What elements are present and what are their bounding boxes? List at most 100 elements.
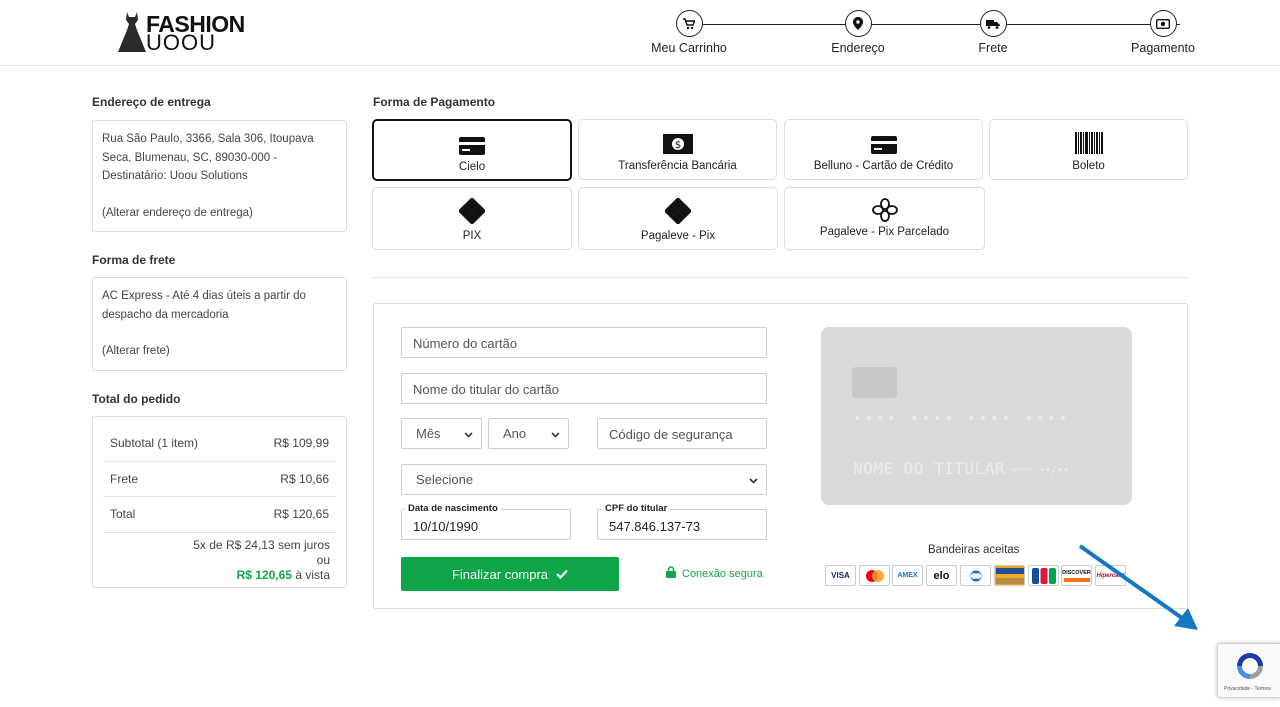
logo-text-uoou: UOOU — [146, 30, 216, 55]
card-number-input[interactable]: Número do cartão — [401, 327, 767, 358]
chevron-down-icon — [551, 426, 560, 441]
location-pin-icon — [844, 10, 872, 37]
shipping-line: AC Express - Até 4 dias úteis a partir d… — [102, 290, 306, 302]
shipping-title: Forma de frete — [92, 253, 176, 267]
change-shipping-link[interactable]: (Alterar frete) — [102, 342, 337, 361]
shipping-box: AC Express - Até 4 dias úteis a partir d… — [92, 277, 347, 371]
row-value: R$ 120,65 — [273, 507, 329, 521]
finalize-label: Finalizar compra — [451, 566, 549, 582]
year-select[interactable]: Ano — [488, 418, 569, 449]
mastercard-logo — [859, 565, 890, 586]
banknote-icon: $ — [579, 130, 776, 154]
address-box: Rua São Paulo, 3366, Sala 306, Itoupava … — [92, 120, 347, 232]
step-address[interactable]: Endereço — [798, 10, 918, 55]
amex-logo: AMEX — [892, 565, 923, 586]
payment-option-label: Transferência Bancária — [618, 160, 737, 172]
payment-option-label: Pagaleve - Pix — [640, 230, 716, 242]
step-label: Frete — [978, 41, 1008, 55]
installments-value: Selecione — [416, 472, 474, 487]
money-icon — [1149, 10, 1177, 37]
step-shipping[interactable]: Frete — [933, 10, 1053, 55]
year-value: Ano — [503, 426, 527, 441]
cash-price: R$ 120,65 — [236, 567, 292, 582]
payment-option-cielo[interactable]: Cielo — [372, 119, 572, 181]
visa-logo: VISA — [825, 565, 856, 586]
pix-parcelado-icon — [785, 198, 984, 222]
chip-icon — [852, 367, 897, 398]
security-code-input[interactable]: Código de segurança — [597, 418, 767, 449]
address-line: Seca, Blumenau, SC, 89030-000 - — [102, 151, 278, 164]
row-label: Subtotal (1 item) — [110, 436, 199, 450]
step-label: Endereço — [831, 41, 885, 55]
chevron-down-icon — [464, 426, 473, 441]
chevron-down-icon — [749, 472, 758, 487]
installments-select[interactable]: Selecione — [401, 464, 767, 495]
card-holder-input[interactable]: Nome do titular do cartão — [401, 373, 767, 404]
cpf-label: CPF do titular — [602, 503, 671, 514]
shipping-line: despacho da mercadoria — [102, 308, 229, 321]
hiper-logo — [994, 565, 1025, 586]
change-address-link[interactable]: (Alterar endereço de entrega) — [102, 204, 337, 223]
payment-option-belluno[interactable]: Belluno - Cartão de Crédito — [784, 119, 983, 180]
payment-option-pagaleve-pix[interactable]: Pagaleve - Pix — [578, 187, 778, 250]
payment-option-label: Belluno - Cartão de Crédito — [813, 160, 954, 172]
expiry-preview: ••/•• — [1039, 465, 1070, 476]
card-holder-preview: NOME DO TITULAR — [853, 459, 1005, 478]
barcode-icon — [990, 130, 1187, 154]
shipping-row: Frete R$ 10,66 — [103, 462, 336, 497]
lock-icon — [666, 566, 676, 581]
check-icon — [556, 567, 568, 582]
installments-text: 5x de R$ 24,13 sem juros — [193, 537, 330, 552]
row-label: Total — [110, 507, 136, 521]
row-value: R$ 10,66 — [280, 471, 329, 486]
card-number-preview: •••• •••• •••• •••• — [853, 411, 1071, 427]
pix-icon — [373, 198, 571, 224]
annotation-arrow-icon — [1078, 544, 1198, 630]
elo-logo: elo — [926, 565, 957, 586]
payment-option-pix[interactable]: PIX — [372, 187, 572, 250]
recaptcha-badge[interactable]: Privacidade - Termos — [1217, 643, 1280, 698]
cart-icon — [675, 10, 703, 37]
total-row: Total R$ 120,65 — [103, 497, 336, 533]
total-box: Subtotal (1 item) R$ 109,99 Frete R$ 10,… — [92, 416, 347, 588]
cash-price-line: R$ 120,65 à vista — [103, 568, 330, 583]
address-title: Endereço de entrega — [92, 95, 211, 109]
payment-option-label: PIX — [462, 230, 482, 242]
card-preview: •••• •••• •••• •••• NOME DO TITULAR vali… — [821, 327, 1132, 505]
recaptcha-icon — [1237, 653, 1263, 679]
subtotal-row: Subtotal (1 item) R$ 109,99 — [103, 426, 336, 462]
diners-logo — [960, 565, 991, 586]
month-select[interactable]: Mês — [401, 418, 482, 449]
jcb-logo — [1028, 565, 1059, 586]
recaptcha-terms[interactable]: Privacidade - Termos — [1224, 686, 1271, 692]
credit-card-icon — [374, 131, 570, 155]
credit-card-icon — [785, 130, 982, 154]
step-payment[interactable]: Pagamento — [1103, 10, 1223, 55]
payment-title: Forma de Pagamento — [373, 95, 496, 109]
payment-option-label: Cielo — [458, 161, 486, 173]
payment-option-label: Boleto — [1072, 160, 1105, 172]
payment-option-boleto[interactable]: Boleto — [989, 119, 1188, 180]
row-value: R$ 109,99 — [273, 436, 329, 450]
month-value: Mês — [416, 426, 441, 441]
payment-option-pagaleve-parcelado[interactable]: Pagaleve - Pix Parcelado — [784, 187, 985, 250]
pix-icon — [579, 198, 777, 224]
finalize-purchase-button[interactable]: Finalizar compra — [401, 557, 619, 591]
payment-option-bank-transfer[interactable]: $ Transferência Bancária — [578, 119, 777, 180]
divider — [373, 277, 1187, 278]
payment-option-label: Pagaleve - Pix Parcelado — [819, 226, 950, 238]
step-cart[interactable]: Meu Carrinho — [629, 10, 749, 55]
birth-date-label: Data de nascimento — [405, 503, 501, 514]
address-line: Rua São Paulo, 3366, Sala 306, Itoupava — [102, 133, 314, 145]
secure-connection: Conexão segura — [666, 566, 763, 581]
fashion-uoou-logo[interactable]: FASHION UOOU — [118, 10, 248, 55]
cash-suffix: à vista — [291, 567, 330, 582]
svg-text:$: $ — [674, 140, 680, 151]
header: FASHION UOOU Meu Carrinho Endereço Frete — [0, 0, 1280, 66]
installment-info: 5x de R$ 24,13 sem juros ou R$ 120,65 à … — [103, 538, 336, 583]
step-label: Meu Carrinho — [651, 41, 727, 55]
total-title: Total do pedido — [92, 392, 181, 406]
truck-icon — [979, 10, 1007, 37]
row-label: Frete — [110, 471, 139, 486]
address-line: Destinatário: Uoou Solutions — [102, 170, 248, 182]
